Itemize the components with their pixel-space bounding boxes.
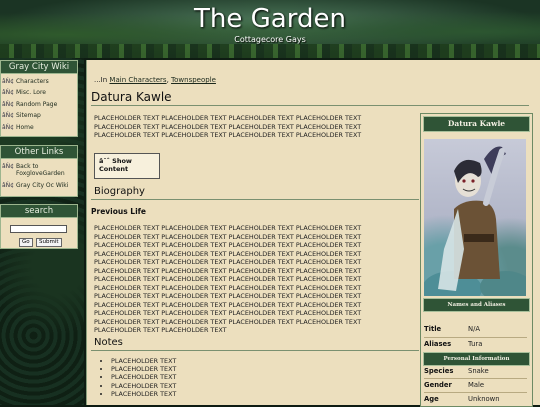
character-portrait xyxy=(424,139,526,296)
aliases-value: Tura xyxy=(468,340,483,348)
notes-heading: Notes xyxy=(94,337,123,348)
character-infobox: Datura Kawle Names and Aliases Title N/A… xyxy=(420,113,533,407)
title-label: Title xyxy=(424,325,442,333)
breadcrumb-link-main-characters[interactable]: Main Characters xyxy=(109,76,166,84)
breadcrumb: ...In Main Characters, Townspeople xyxy=(94,76,216,84)
aliases-label: Aliases xyxy=(424,340,452,348)
sidebar-item-characters[interactable]: âŃ¢ Characters xyxy=(2,78,49,85)
section-divider xyxy=(91,350,419,351)
site-header: The Garden Cottagecore Gays xyxy=(0,0,540,58)
site-title: The Garden xyxy=(194,4,346,34)
personal-info-header: Personal Information xyxy=(423,352,530,366)
title-divider xyxy=(91,105,529,106)
sidebar-item-sitemap[interactable]: âŃ¢ Sitemap xyxy=(2,112,41,119)
sidebar-item-home[interactable]: âŃ¢ Home xyxy=(2,124,34,131)
sidebar-item-back-to-foxglove[interactable]: âŃ¢ Back to FoxgloveGarden xyxy=(2,163,76,177)
other-links-title: Other Links xyxy=(0,145,78,159)
names-aliases-header: Names and Aliases xyxy=(423,298,530,312)
search-box: Go Submit xyxy=(0,217,78,249)
link-icon: âŃ¢ xyxy=(2,101,14,108)
show-content-toggle[interactable]: â¯ˆ Show Content xyxy=(94,153,160,179)
go-button[interactable]: Go xyxy=(19,238,33,247)
breadcrumb-link-townspeople[interactable]: Townspeople xyxy=(171,76,216,84)
row-divider xyxy=(424,392,527,393)
sidebar-item-random-page[interactable]: âŃ¢ Random Page xyxy=(2,101,57,108)
previous-life-heading: Previous Life xyxy=(91,207,147,216)
wiki-nav-box: âŃ¢ Characters âŃ¢ Misc. Lore âŃ¢ Random Pa… xyxy=(0,73,78,137)
row-divider xyxy=(424,337,527,338)
link-icon: âŃ¢ xyxy=(2,78,14,85)
age-value: Unknown xyxy=(468,395,500,403)
site-subtitle: Cottagecore Gays xyxy=(234,35,306,44)
list-item: PLACEHOLDER TEXT xyxy=(111,365,176,373)
link-icon: âŃ¢ xyxy=(2,112,14,119)
list-item: PLACEHOLDER TEXT xyxy=(111,357,176,365)
page-title: Datura Kawle xyxy=(91,90,172,104)
link-icon: âŃ¢ xyxy=(2,163,14,170)
age-label: Age xyxy=(424,395,439,403)
wiki-nav-title: Gray City Wiki xyxy=(0,60,78,74)
list-item: PLACEHOLDER TEXT xyxy=(111,382,176,390)
list-item: PLACEHOLDER TEXT xyxy=(111,390,176,398)
header-foliage xyxy=(0,44,540,58)
row-divider xyxy=(424,378,527,379)
intro-text: PLACEHOLDER TEXT PLACEHOLDER TEXT PLACEH… xyxy=(94,114,362,139)
species-value: Snake xyxy=(468,367,489,375)
sidebar-item-misc-lore[interactable]: âŃ¢ Misc. Lore xyxy=(2,89,46,96)
notes-list: PLACEHOLDER TEXT PLACEHOLDER TEXT PLACEH… xyxy=(103,357,176,398)
biography-heading: Biography xyxy=(94,186,145,197)
section-divider xyxy=(91,199,419,200)
infobox-name: Datura Kawle xyxy=(423,116,530,132)
link-icon: âŃ¢ xyxy=(2,124,14,131)
list-item: PLACEHOLDER TEXT xyxy=(111,373,176,381)
species-label: Species xyxy=(424,367,454,375)
biography-text: PLACEHOLDER TEXT PLACEHOLDER TEXT PLACEH… xyxy=(94,224,362,334)
gender-value: Male xyxy=(468,381,485,389)
main-content: ...In Main Characters, Townspeople Datur… xyxy=(86,60,540,407)
search-title: search xyxy=(0,204,78,218)
title-value: N/A xyxy=(468,325,481,333)
search-input[interactable] xyxy=(10,225,67,233)
other-links-box: âŃ¢ Back to FoxgloveGarden âŃ¢ Gray City O… xyxy=(0,158,78,197)
link-icon: âŃ¢ xyxy=(2,182,14,189)
link-icon: âŃ¢ xyxy=(2,89,14,96)
portrait-illustration xyxy=(424,146,526,296)
sidebar-item-oc-wiki[interactable]: âŃ¢ Gray City Oc Wiki xyxy=(2,182,68,189)
submit-button[interactable]: Submit xyxy=(36,238,62,247)
sidebar: Gray City Wiki âŃ¢ Characters âŃ¢ Misc. Lo… xyxy=(0,58,84,405)
gender-label: Gender xyxy=(424,381,452,389)
